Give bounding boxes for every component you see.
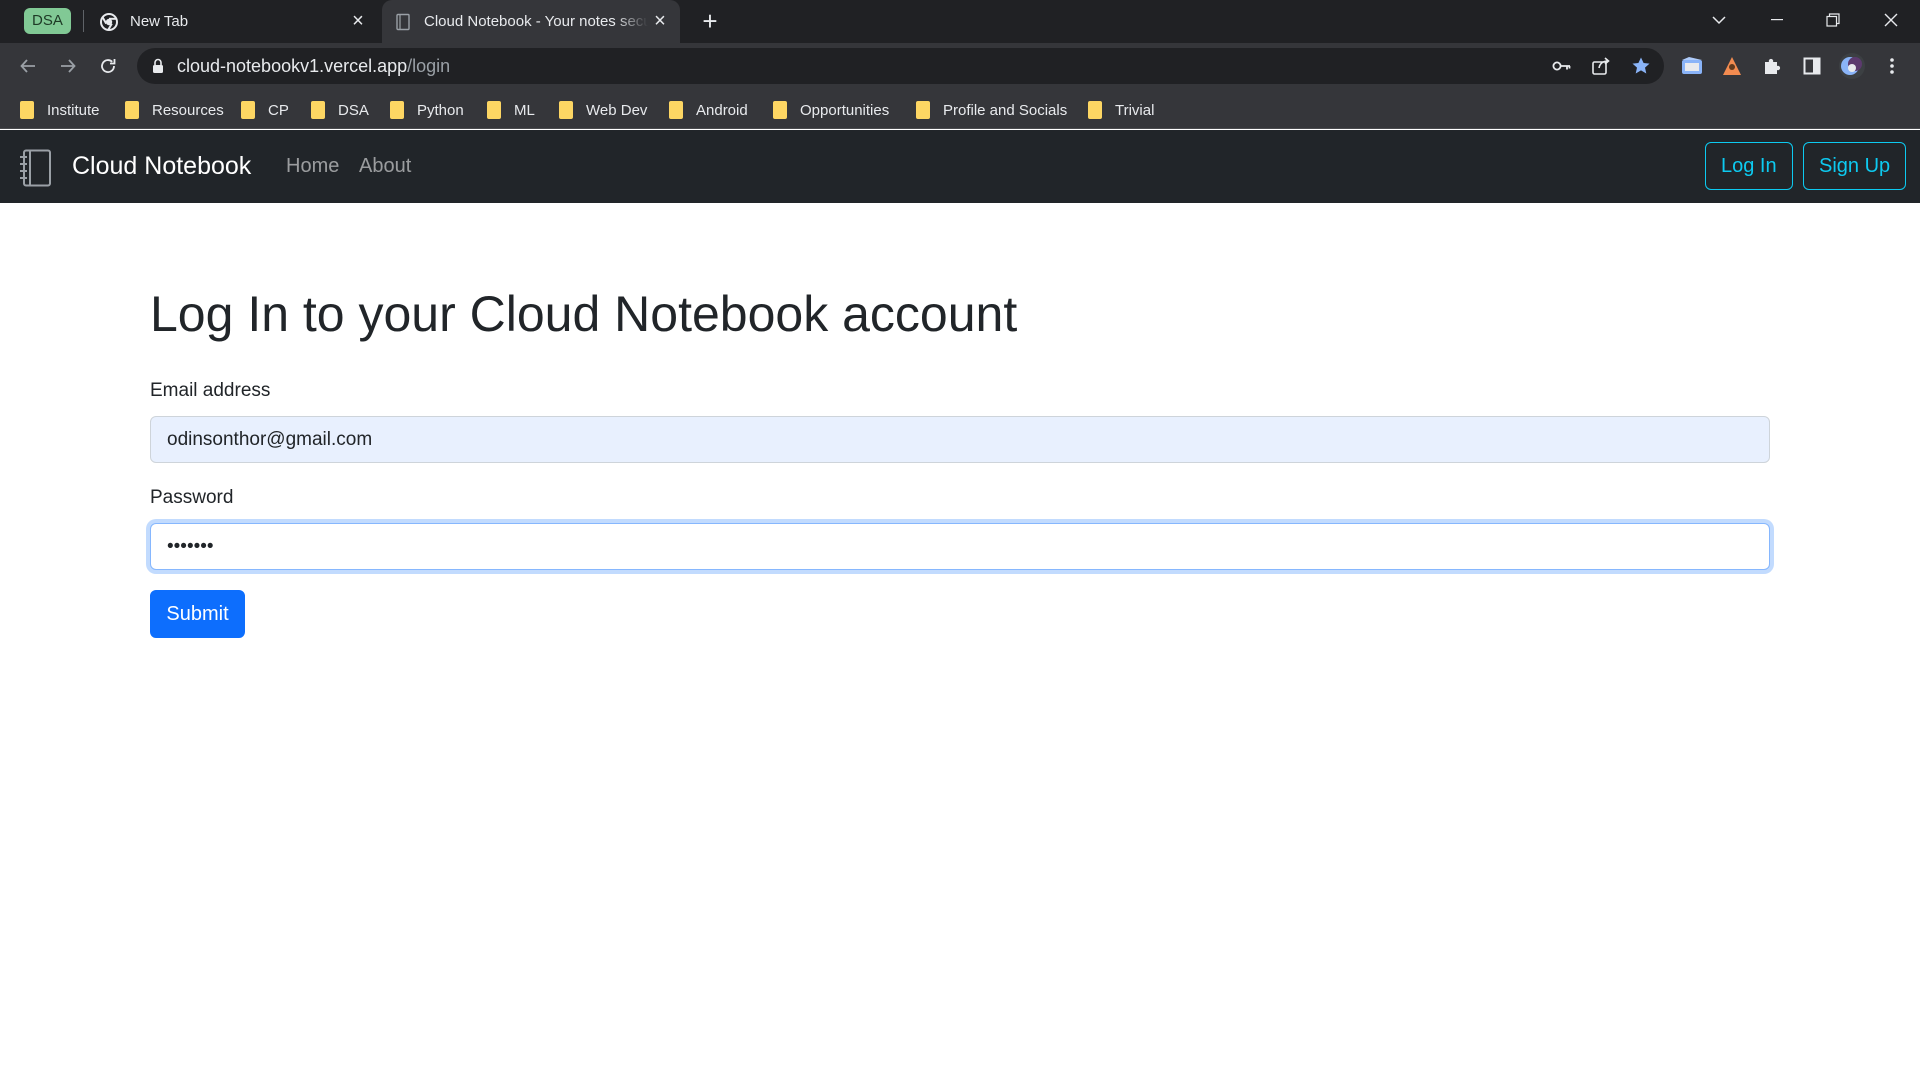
page-title: Log In to your Cloud Notebook account bbox=[150, 286, 1018, 342]
nav-link-about[interactable]: About bbox=[359, 130, 411, 203]
url-path: /login bbox=[407, 56, 451, 76]
email-label: Email address bbox=[150, 380, 271, 401]
password-label: Password bbox=[150, 487, 234, 508]
app-navbar: Cloud Notebook Home About Log In Sign Up bbox=[0, 130, 1920, 203]
tab-cloud-notebook[interactable]: Cloud Notebook - Your notes secured × bbox=[382, 0, 680, 43]
chrome-icon bbox=[100, 12, 118, 31]
new-tab-button[interactable]: + bbox=[696, 8, 724, 36]
close-icon[interactable]: × bbox=[346, 10, 370, 34]
bookmark-label: DSA bbox=[338, 101, 369, 119]
bookmark-folder[interactable]: Profile and Socials bbox=[916, 97, 1067, 123]
window-close-icon[interactable] bbox=[1866, 0, 1916, 40]
folder-icon bbox=[311, 101, 325, 119]
folder-icon bbox=[1088, 101, 1102, 119]
password-field[interactable]: ••••••• bbox=[150, 523, 1770, 570]
bookmark-label: Android bbox=[696, 101, 748, 119]
folder-icon bbox=[773, 101, 787, 119]
close-icon[interactable]: × bbox=[648, 10, 672, 34]
tab-new-tab[interactable]: New Tab × bbox=[88, 0, 378, 43]
browser-tabstrip: DSA New Tab × Cloud Notebook - Your note… bbox=[0, 0, 1920, 43]
extension-icon[interactable] bbox=[1676, 50, 1708, 82]
bookmark-folder[interactable]: CP bbox=[241, 97, 289, 123]
extensions-puzzle-icon[interactable] bbox=[1756, 50, 1788, 82]
bookmark-label: Opportunities bbox=[800, 101, 890, 119]
bookmark-label: Web Dev bbox=[586, 101, 648, 119]
bookmark-folder[interactable]: Resources bbox=[125, 97, 224, 123]
nav-link-home[interactable]: Home bbox=[286, 130, 339, 203]
email-field[interactable]: odinsonthor@gmail.com bbox=[150, 416, 1770, 463]
menu-kebab-icon[interactable] bbox=[1876, 50, 1908, 82]
reload-icon[interactable] bbox=[92, 50, 124, 82]
browser-toolbar: cloud-notebookv1.vercel.app/login bbox=[0, 43, 1920, 89]
profile-avatar[interactable] bbox=[1836, 50, 1868, 82]
folder-icon bbox=[241, 101, 255, 119]
folder-icon bbox=[916, 101, 930, 119]
minimize-icon[interactable] bbox=[1752, 0, 1802, 40]
folder-icon bbox=[20, 101, 34, 119]
bookmark-folder[interactable]: Android bbox=[669, 97, 748, 123]
bookmarks-bar: Institute Resources CP DSA Python ML Web… bbox=[0, 89, 1920, 129]
folder-icon bbox=[390, 101, 404, 119]
key-icon[interactable] bbox=[1550, 54, 1574, 78]
bookmark-folder[interactable]: Opportunities bbox=[773, 97, 889, 123]
url-host: cloud-notebookv1.vercel.app bbox=[177, 56, 408, 76]
submit-button[interactable]: Submit bbox=[150, 590, 245, 638]
forward-icon[interactable] bbox=[52, 50, 84, 82]
side-panel-icon[interactable] bbox=[1796, 50, 1828, 82]
notebook-icon[interactable] bbox=[18, 149, 52, 192]
folder-icon bbox=[487, 101, 501, 119]
bookmark-folder[interactable]: Web Dev bbox=[559, 97, 647, 123]
bookmark-label: Python bbox=[417, 101, 464, 119]
bookmark-folder[interactable]: Python bbox=[390, 97, 464, 123]
bookmark-folder[interactable]: Trivial bbox=[1088, 97, 1154, 123]
bookmark-label: ML bbox=[514, 101, 535, 119]
bookmark-label: Trivial bbox=[1115, 101, 1155, 119]
bookmark-label: Profile and Socials bbox=[943, 101, 1068, 119]
address-bar[interactable]: cloud-notebookv1.vercel.app/login bbox=[137, 48, 1664, 84]
share-icon[interactable] bbox=[1589, 54, 1613, 78]
page-icon bbox=[394, 13, 412, 31]
folder-icon bbox=[669, 101, 683, 119]
tab-group-divider bbox=[83, 10, 84, 32]
tab-group-chip[interactable]: DSA bbox=[24, 8, 71, 34]
url-text: cloud-notebookv1.vercel.app/login bbox=[177, 48, 450, 84]
tab-title: New Tab bbox=[130, 13, 189, 30]
folder-icon bbox=[125, 101, 139, 119]
tab-search-icon[interactable] bbox=[1694, 0, 1744, 40]
bookmark-label: CP bbox=[268, 101, 289, 119]
navbar-brand[interactable]: Cloud Notebook bbox=[72, 130, 251, 203]
bookmark-folder[interactable]: DSA bbox=[311, 97, 369, 123]
folder-icon bbox=[559, 101, 573, 119]
signup-button[interactable]: Sign Up bbox=[1803, 142, 1907, 190]
back-icon[interactable] bbox=[12, 50, 44, 82]
lock-icon[interactable] bbox=[151, 57, 165, 80]
bookmark-label: Resources bbox=[152, 101, 224, 119]
bookmark-folder[interactable]: ML bbox=[487, 97, 535, 123]
bookmark-label: Institute bbox=[47, 101, 100, 119]
extension-icon[interactable] bbox=[1716, 50, 1748, 82]
bookmark-folder[interactable]: Institute bbox=[20, 97, 100, 123]
bookmark-star-icon[interactable] bbox=[1629, 54, 1653, 78]
login-button[interactable]: Log In bbox=[1705, 142, 1793, 190]
restore-icon[interactable] bbox=[1808, 0, 1858, 40]
tab-title: Cloud Notebook - Your notes secured bbox=[424, 13, 648, 30]
